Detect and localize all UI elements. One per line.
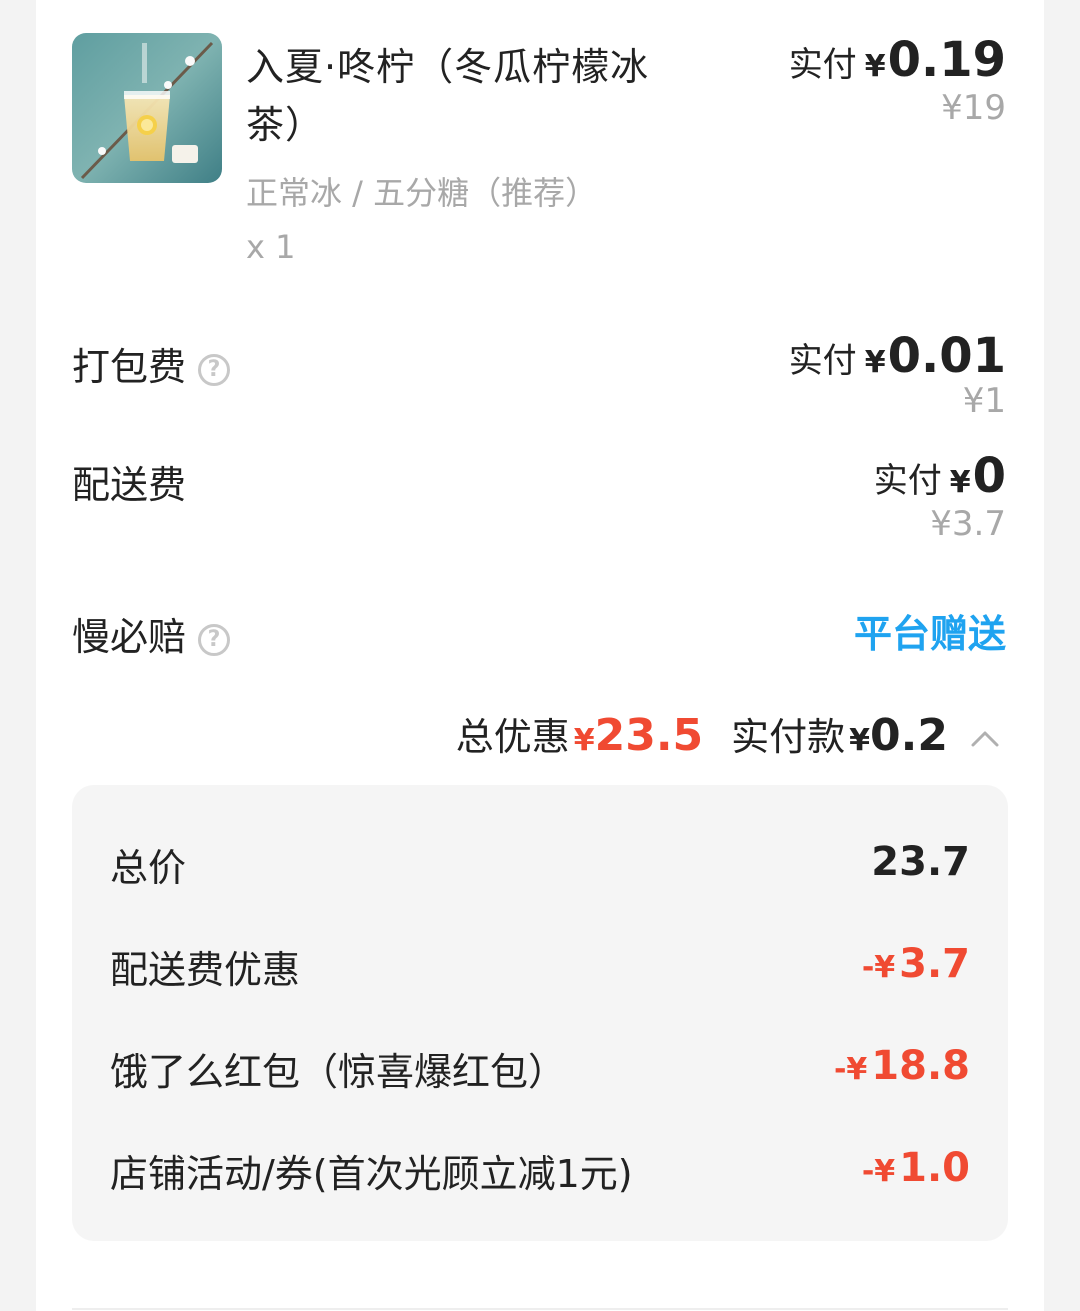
breakdown-value: -¥ 18.8 xyxy=(833,1043,970,1089)
currency-symbol: ¥ xyxy=(573,723,595,758)
platform-gift-text: 平台赠送 xyxy=(853,612,1006,656)
packing-fee-row: 打包费? xyxy=(72,336,231,391)
packing-original-price: ¥1 xyxy=(962,381,1006,421)
breakdown-row-red-packet: 饿了么红包（惊喜爆红包） -¥ 18.8 xyxy=(110,1041,970,1101)
breakdown-value: -¥ 1.0 xyxy=(861,1145,970,1191)
paid-label: 实付 xyxy=(873,461,942,501)
actual-payment-label: 实付款 xyxy=(731,715,846,759)
actual-payment-amount: 0.2 xyxy=(870,710,948,761)
delivery-original-price: ¥3.7 xyxy=(930,504,1006,544)
packing-paid-amount: 0.01 xyxy=(887,328,1006,384)
divider xyxy=(72,1308,1008,1310)
currency-symbol: ¥ xyxy=(949,465,971,500)
question-circle-icon[interactable]: ? xyxy=(198,354,231,386)
product-paid: 实付 ¥0.19 xyxy=(789,32,1006,88)
total-discount-amount: 23.5 xyxy=(594,710,704,761)
breakdown-value: 23.7 xyxy=(871,839,970,885)
product-spec: 正常冰 / 五分糖（推荐） xyxy=(246,174,598,212)
packing-fee-label: 打包费 xyxy=(72,345,187,389)
delivery-paid-amount: 0 xyxy=(972,448,1006,504)
product-paid-amount: 0.19 xyxy=(887,32,1006,88)
product-name[interactable]: 入夏·咚柠（冬瓜柠檬冰茶） xyxy=(246,38,706,154)
order-detail-card: 入夏·咚柠（冬瓜柠檬冰茶） 正常冰 / 五分糖（推荐） x 1 实付 ¥0.19 … xyxy=(36,0,1044,1311)
breakdown-row-delivery-discount: 配送费优惠 -¥ 3.7 xyxy=(110,939,970,999)
breakdown-row-store-coupon: 店铺活动/券(首次光顾立减1元) -¥ 1.0 xyxy=(110,1143,970,1203)
currency-symbol: ¥ xyxy=(849,723,871,758)
chevron-up-icon[interactable] xyxy=(970,724,1000,754)
delivery-fee-label: 配送费 xyxy=(72,463,187,507)
packing-paid: 实付 ¥0.01 xyxy=(789,328,1006,384)
late-compensation-label: 慢必赔 xyxy=(72,615,187,659)
order-summary[interactable]: 总优惠 ¥23.5 实付款 ¥0.2 xyxy=(456,706,948,761)
paid-label: 实付 xyxy=(788,341,857,381)
breakdown-label: 配送费优惠 xyxy=(110,948,301,992)
product-quantity: x 1 xyxy=(246,228,296,266)
breakdown-label: 饿了么红包（惊喜爆红包） xyxy=(110,1050,567,1094)
breakdown-value: -¥ 3.7 xyxy=(861,941,970,987)
delivery-paid: 实付 ¥0 xyxy=(874,448,1006,504)
breakdown-label: 总价 xyxy=(110,846,187,890)
product-original-price: ¥19 xyxy=(941,88,1006,128)
drink-image-icon xyxy=(72,33,222,183)
question-circle-icon[interactable]: ? xyxy=(198,624,231,656)
currency-symbol: ¥ xyxy=(864,345,886,380)
late-compensation-row: 慢必赔? xyxy=(72,606,231,661)
currency-symbol: ¥ xyxy=(864,49,886,84)
total-discount-label: 总优惠 xyxy=(455,715,570,759)
price-breakdown-panel: 总价 23.7 配送费优惠 -¥ 3.7 饿了么红包（惊喜爆红包） -¥ 18.8 … xyxy=(72,785,1008,1241)
paid-label: 实付 xyxy=(788,45,857,85)
product-thumbnail[interactable] xyxy=(72,33,222,183)
breakdown-label: 店铺活动/券(首次光顾立减1元) xyxy=(110,1152,633,1196)
breakdown-row-total: 总价 23.7 xyxy=(110,837,970,897)
